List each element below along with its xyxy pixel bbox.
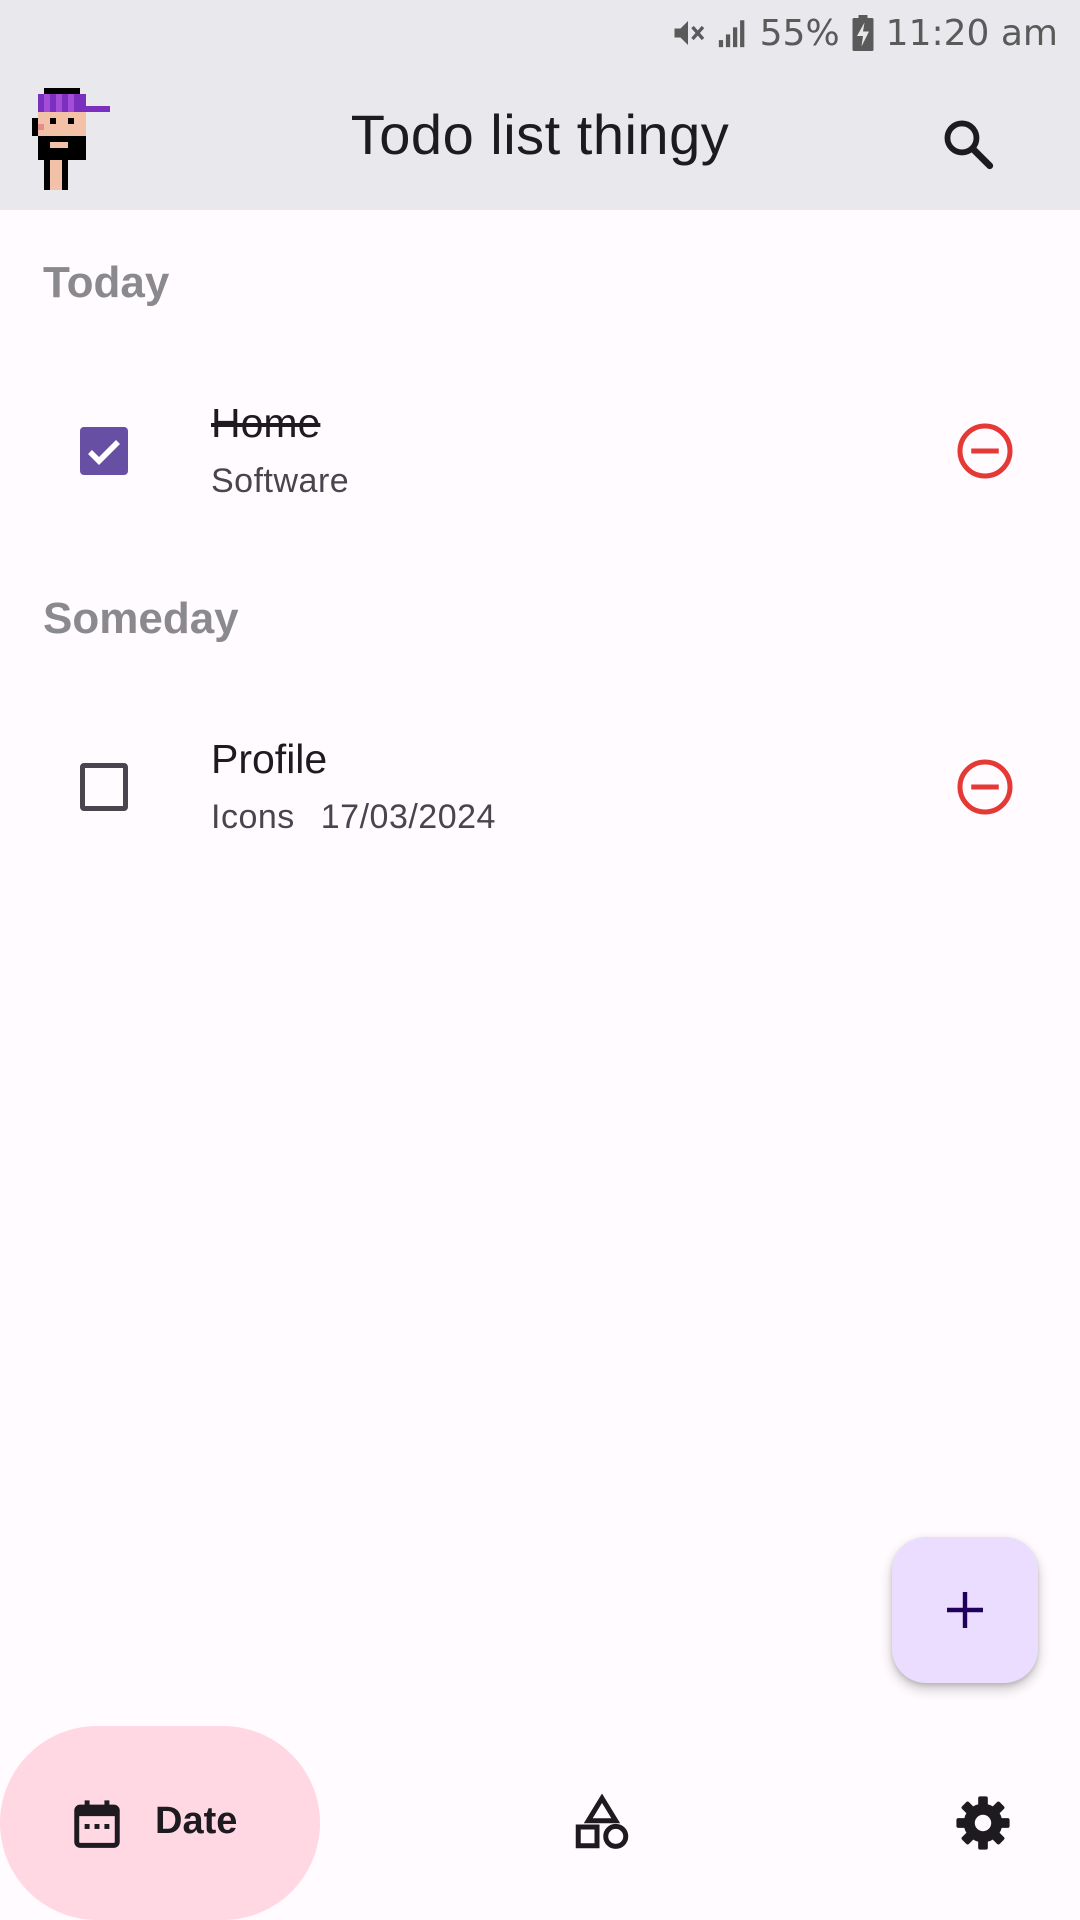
section-header-today: Today (43, 258, 170, 307)
signal-icon (718, 20, 744, 48)
todo-title: Home (211, 400, 321, 446)
nav-date-label: Date (155, 1800, 238, 1842)
remove-circle-icon[interactable] (955, 757, 1015, 817)
page-title: Todo list thingy (350, 103, 730, 166)
remove-circle-icon[interactable] (955, 421, 1015, 481)
todo-item-profile[interactable]: Profile Icons 17/03/2024 (0, 708, 1080, 868)
search-icon (944, 120, 994, 170)
status-time: 11:20 am (885, 12, 1058, 54)
search-button[interactable] (930, 106, 1006, 182)
todo-subtitle: Icons 17/03/2024 (211, 798, 496, 837)
todo-date: 17/03/2024 (320, 798, 496, 836)
todo-checkbox-checked[interactable] (80, 427, 128, 475)
todo-category: Software (211, 462, 350, 500)
status-bar: 55% 11:20 am (0, 0, 1080, 66)
todo-subtitle: Software (211, 462, 349, 501)
shapes-icon[interactable] (572, 1792, 632, 1852)
gear-icon[interactable] (954, 1794, 1012, 1852)
section-header-someday: Someday (43, 594, 239, 643)
todo-checkbox-unchecked[interactable] (80, 763, 128, 811)
mute-icon (674, 21, 704, 45)
checkmark-icon (88, 440, 120, 465)
battery-percent: 55% (759, 12, 840, 54)
nav-date-tab[interactable]: Date (0, 1726, 320, 1920)
todo-category: Icons (211, 798, 295, 836)
status-icons: 55% 11:20 am (670, 10, 1058, 56)
add-todo-button[interactable] (892, 1537, 1038, 1683)
battery-charging-icon (852, 15, 874, 51)
plus-icon (947, 1592, 983, 1628)
app-bar: Todo list thingy (0, 66, 1080, 210)
calendar-icon (74, 1800, 120, 1848)
todo-title: Profile (211, 736, 328, 782)
todo-item-home[interactable]: Home Software (0, 372, 1080, 532)
